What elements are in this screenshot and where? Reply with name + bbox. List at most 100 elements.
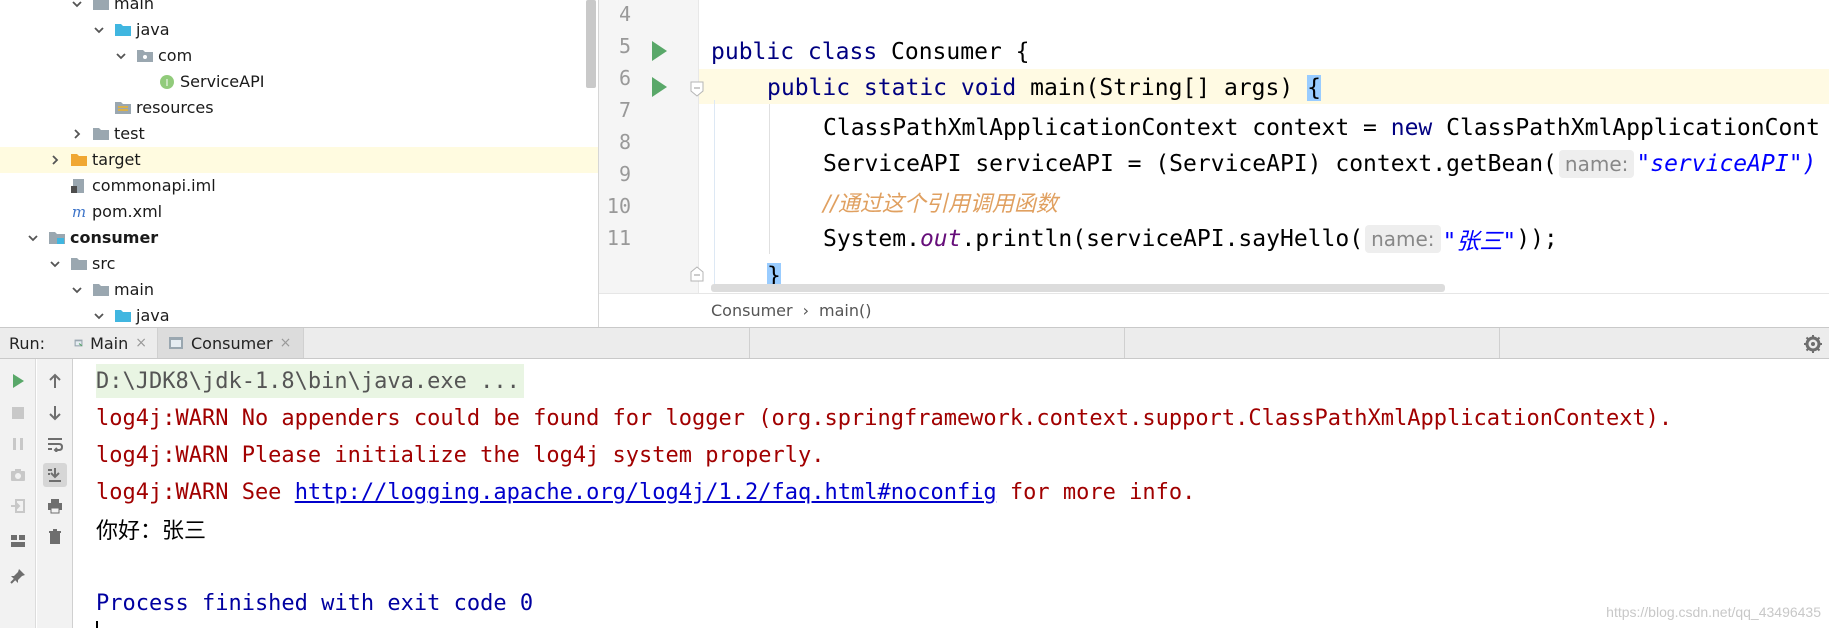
pause-button[interactable]	[6, 432, 30, 456]
code-comment: //通过这个引用调用函数	[823, 192, 1058, 217]
code-text: System.	[823, 226, 920, 252]
matched-brace: {	[1307, 75, 1321, 101]
layout-button[interactable]	[6, 529, 30, 553]
print-button[interactable]	[43, 494, 67, 518]
log4j-faq-link[interactable]: http://logging.apache.org/log4j/1.2/faq.…	[295, 480, 997, 505]
header-spacer	[1125, 328, 1500, 358]
code-editor[interactable]: 4 5 6 7 8 9 10 11 public class Consumer …	[599, 0, 1829, 327]
tree-item-consumer[interactable]: consumer	[0, 225, 598, 251]
arrow-up-icon	[49, 373, 61, 388]
scroll-to-end-button[interactable]	[43, 463, 67, 487]
rerun-button[interactable]	[6, 369, 30, 393]
clear-all-button[interactable]	[43, 525, 67, 549]
breadcrumb-class[interactable]: Consumer	[711, 301, 793, 320]
source-folder-icon	[114, 308, 132, 324]
breadcrumb-method[interactable]: main()	[819, 301, 871, 320]
tree-item-java[interactable]: java	[0, 17, 598, 43]
camera-icon	[11, 469, 25, 481]
tree-item-main[interactable]: main	[0, 0, 598, 17]
up-button[interactable]	[43, 369, 67, 393]
chevron-right-icon[interactable]	[70, 127, 84, 141]
editor-horizontal-scrollbar[interactable]	[711, 284, 1445, 292]
line-number: 5	[618, 34, 631, 58]
close-icon[interactable]: ×	[135, 335, 147, 351]
code-text: ClassPathXmlApplicationCont	[1432, 115, 1821, 141]
folder-icon	[92, 126, 110, 142]
console-output[interactable]: D:\JDK8\jdk-1.8\bin\java.exe ... log4j:W…	[74, 359, 1829, 628]
package-icon	[136, 48, 154, 64]
chevron-down-icon[interactable]	[70, 0, 84, 11]
tree-scrollbar[interactable]	[586, 0, 596, 88]
console-program-output: 你好：张三	[96, 519, 207, 544]
run-tab-consumer[interactable]: Consumer ×	[158, 328, 304, 358]
console-warn-text: for more info.	[996, 479, 1196, 505]
stop-button[interactable]	[6, 401, 30, 425]
chevron-down-icon[interactable]	[114, 49, 128, 63]
tree-item-resources[interactable]: resources	[0, 95, 598, 121]
gear-icon[interactable]	[1803, 334, 1823, 354]
chevron-right-icon[interactable]	[48, 153, 62, 167]
tree-item-src[interactable]: src	[0, 251, 598, 277]
keyword: public static void	[767, 75, 1031, 101]
tree-item-target[interactable]: target	[0, 147, 598, 173]
chevron-down-icon[interactable]	[92, 309, 106, 323]
chevron-down-icon[interactable]	[92, 23, 106, 37]
tree-item-serviceapi[interactable]: I ServiceAPI	[0, 69, 598, 95]
code-text: ServiceAPI serviceAPI = (ServiceAPI) con…	[823, 151, 1557, 177]
chevron-down-icon[interactable]	[70, 283, 84, 297]
line-number: 11	[606, 226, 631, 250]
fold-end-icon[interactable]	[689, 266, 705, 282]
run-tab-label: Main	[90, 333, 129, 353]
console-caret	[96, 621, 98, 628]
string-literal: "serviceAPI")	[1636, 151, 1817, 177]
run-class-icon[interactable]	[649, 39, 669, 63]
chevron-down-icon[interactable]	[48, 257, 62, 271]
tree-item-label: pom.xml	[92, 202, 163, 221]
run-tab-main[interactable]: Main ×	[64, 328, 158, 358]
console-warn-line: log4j:WARN See http://logging.apache.org…	[96, 475, 1195, 509]
console-warn-line: log4j:WARN No appenders could be found f…	[96, 405, 1673, 431]
tree-item-commonapi-iml[interactable]: commonapi.iml	[0, 173, 598, 199]
folder-icon	[92, 282, 110, 298]
soft-wrap-button[interactable]	[43, 432, 67, 456]
tree-item-com[interactable]: com	[0, 43, 598, 69]
console-command-line[interactable]: D:\JDK8\jdk-1.8\bin\java.exe ...	[96, 364, 524, 398]
indent-guide	[714, 100, 715, 290]
tree-item-test[interactable]: test	[0, 121, 598, 147]
breadcrumb: Consumer › main()	[599, 293, 1829, 327]
chevron-down-icon[interactable]	[26, 231, 40, 245]
pin-tab-button[interactable]	[6, 564, 30, 588]
run-label: Run:	[9, 333, 46, 353]
close-icon[interactable]: ×	[280, 335, 292, 351]
app-config-icon	[74, 339, 83, 347]
tree-item-main[interactable]: main	[0, 277, 598, 303]
down-button[interactable]	[43, 401, 67, 425]
tree-item-label: java	[136, 306, 170, 325]
tree-item-label: test	[114, 124, 145, 143]
tree-item-java[interactable]: java	[0, 303, 598, 327]
dump-threads-button[interactable]	[6, 463, 30, 487]
exit-button[interactable]	[6, 494, 30, 518]
source-folder-icon	[114, 22, 132, 38]
resources-folder-icon	[114, 100, 132, 116]
pause-icon	[13, 438, 23, 450]
tree-item-label: com	[158, 46, 193, 65]
code-text: ));	[1516, 226, 1558, 252]
play-icon	[13, 374, 24, 388]
tree-item-label: target	[92, 150, 141, 169]
run-main-icon[interactable]	[649, 75, 669, 99]
line-number: 8	[618, 130, 631, 154]
layout-icon	[11, 535, 25, 547]
tree-item-label: commonapi.iml	[92, 176, 216, 195]
pin-icon	[10, 569, 25, 584]
fold-icon[interactable]	[689, 81, 705, 97]
ide-window: main java com I ServiceAPI resources test targe…	[0, 0, 1829, 628]
maven-icon: m	[70, 204, 88, 220]
stop-icon	[12, 407, 24, 419]
tree-item-label: main	[114, 0, 154, 13]
tree-item-pom-xml[interactable]: m pom.xml	[0, 199, 598, 225]
line-number: 4	[618, 2, 631, 26]
parameter-hint: name:	[1558, 150, 1635, 178]
code-line-8: ServiceAPI serviceAPI = (ServiceAPI) con…	[823, 146, 1816, 182]
folder-icon	[70, 256, 88, 272]
